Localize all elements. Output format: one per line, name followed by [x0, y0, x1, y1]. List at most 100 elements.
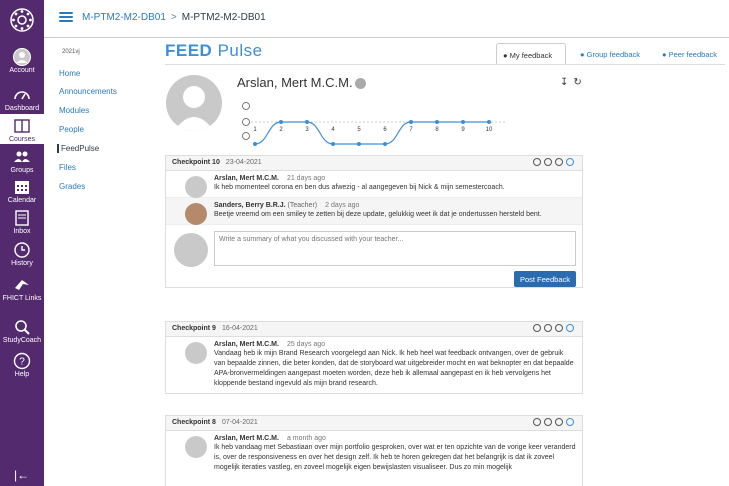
message-text: Beetje vreemd om een smiley te zetten bi… — [214, 211, 542, 218]
neutral-face-icon[interactable] — [544, 324, 552, 332]
message-author-line: Sanders, Berry B.R.J. (Teacher) 2 days ag… — [214, 202, 576, 209]
progress-point — [487, 120, 491, 124]
message-author-line: Arslan, Mert M.C.M. 25 days ago — [214, 341, 576, 348]
nav-dashboard[interactable]: Dashboard — [0, 86, 44, 112]
very-happy-face-icon[interactable] — [566, 418, 574, 426]
message-author: Arslan, Mert M.C.M. — [214, 341, 279, 348]
checkpoint-tick-label: 3 — [305, 127, 309, 133]
download-icon[interactable]: ↧ — [560, 77, 568, 88]
nav-courses[interactable]: Courses — [0, 114, 44, 144]
course-nav-feedpulse[interactable]: FeedPulse — [57, 144, 99, 153]
feedback-message: Arslan, Mert M.C.M. 21 days ago Ik heb mo… — [166, 171, 582, 198]
nav-courses-label: Courses — [8, 136, 36, 143]
tab-peer-feedback[interactable]: ● Peer feedback — [656, 43, 726, 65]
inbox-icon — [15, 210, 29, 226]
nav-calendar-label: Calendar — [7, 197, 37, 204]
checkpoint-card: Checkpoint 10 23-04-2021 Arslan, Mert M.C… — [165, 155, 583, 288]
sad-face-icon[interactable] — [533, 158, 541, 166]
sad-face-icon[interactable] — [533, 324, 541, 332]
checkpoint-date: 07-04-2021 — [221, 419, 258, 426]
feedpulse-logo-pulse: Pulse — [217, 41, 263, 60]
breadcrumb-course-link[interactable]: M-PTM2-M2-DB01 — [82, 12, 166, 23]
checkpoint-tick-label: 9 — [461, 127, 465, 133]
progress-point — [279, 120, 283, 124]
happy-face-icon[interactable] — [555, 418, 563, 426]
tab-peer-feedback-label: Peer feedback — [668, 50, 717, 59]
progress-point — [331, 142, 335, 146]
course-nav-grades[interactable]: Grades — [59, 182, 85, 191]
progress-point — [357, 142, 361, 146]
checkpoint-header: Checkpoint 9 16-04-2021 — [166, 322, 582, 337]
hamburger-menu-icon[interactable] — [59, 12, 73, 22]
course-nav-files[interactable]: Files — [59, 163, 76, 172]
avatar — [185, 436, 207, 458]
student-avatar — [166, 75, 222, 131]
post-feedback-button[interactable]: Post Feedback — [513, 271, 576, 287]
nav-studycoach[interactable]: StudyCoach — [0, 318, 44, 344]
collapse-nav-button[interactable]: |← — [14, 468, 29, 482]
tab-group-feedback[interactable]: ● Group feedback — [574, 43, 652, 65]
breadcrumb-current: M-PTM2-M2-DB01 — [181, 12, 266, 23]
happy-face-icon — [242, 102, 250, 110]
neutral-face-icon[interactable] — [544, 418, 552, 426]
status-indicator — [355, 78, 366, 89]
message-text: Ik heb vandaag met Sebastiaan over mijn … — [214, 444, 576, 471]
groups-icon — [14, 151, 30, 162]
nav-calendar[interactable]: Calendar — [0, 178, 44, 204]
avatar — [174, 233, 208, 267]
course-nav-announcements[interactable]: Announcements — [59, 87, 117, 96]
progress-chart: 1 2 3 4 5 6 7 8 9 10 — [242, 102, 505, 146]
message-author: Arslan, Mert M.C.M. — [214, 175, 279, 182]
checkpoint-tick-label: 8 — [435, 127, 439, 133]
message-text: Vandaag heb ik mijn Brand Research voorg… — [214, 350, 574, 387]
nav-inbox[interactable]: Inbox — [0, 209, 44, 235]
course-nav-home[interactable]: Home — [59, 69, 80, 78]
course-nav-people[interactable]: People — [59, 125, 84, 134]
checkpoint-tick-label: 7 — [409, 127, 413, 133]
nav-account[interactable]: Account — [0, 48, 44, 78]
global-nav: Account Dashboard Courses Groups Calenda… — [0, 0, 44, 486]
breadcrumb: M-PTM2-M2-DB01 > M-PTM2-M2-DB01 — [82, 12, 266, 23]
tab-my-feedback[interactable]: ● My feedback — [496, 43, 566, 65]
top-bar: M-PTM2-M2-DB01 > M-PTM2-M2-DB01 — [44, 0, 729, 38]
student-name: Arslan, Mert M.C.M. — [237, 75, 353, 90]
nav-help[interactable]: ? Help — [0, 352, 44, 378]
neutral-face-icon[interactable] — [544, 158, 552, 166]
neutral-face-icon — [242, 118, 250, 126]
feedback-message: Arslan, Mert M.C.M. a month ago Ik heb va… — [166, 431, 582, 477]
message-author-line: Arslan, Mert M.C.M. a month ago — [214, 435, 576, 442]
feedback-summary-input[interactable] — [214, 231, 576, 266]
message-author: Arslan, Mert M.C.M. — [214, 435, 279, 442]
very-happy-face-icon[interactable] — [566, 324, 574, 332]
group-icon: ● — [580, 50, 585, 59]
sad-face-icon[interactable] — [533, 418, 541, 426]
refresh-icon[interactable]: ↻ — [573, 77, 581, 88]
canvas-logo-icon[interactable] — [10, 8, 34, 32]
tab-divider — [165, 64, 725, 65]
reply-box: Post Feedback — [166, 225, 582, 287]
nav-history[interactable]: History — [0, 241, 44, 267]
history-icon — [14, 242, 30, 258]
toolbar: ↧ ↻ — [560, 77, 587, 88]
term-label: 2021vj — [62, 49, 80, 55]
progress-point — [383, 142, 387, 146]
avatar — [185, 176, 207, 198]
checkpoint-header: Checkpoint 8 07-04-2021 — [166, 416, 582, 431]
message-author-line: Arslan, Mert M.C.M. 21 days ago — [214, 175, 576, 182]
nav-groups[interactable]: Groups — [0, 148, 44, 174]
nav-fhict-links[interactable]: FHICT Links — [0, 276, 44, 306]
course-nav-modules[interactable]: Modules — [59, 106, 89, 115]
fhict-links-icon — [15, 280, 29, 290]
checkpoint-tick-label: 4 — [331, 127, 335, 133]
user-icon: ● — [503, 51, 508, 60]
happy-face-icon[interactable] — [555, 158, 563, 166]
message-time: 25 days ago — [286, 341, 326, 348]
calendar-icon — [15, 181, 29, 194]
happy-face-icon[interactable] — [555, 324, 563, 332]
progress-point — [253, 142, 257, 146]
peer-icon: ● — [662, 50, 667, 59]
progress-point — [409, 120, 413, 124]
dashboard-icon — [14, 91, 30, 100]
very-happy-face-icon[interactable] — [566, 158, 574, 166]
tab-my-feedback-label: My feedback — [509, 51, 553, 60]
